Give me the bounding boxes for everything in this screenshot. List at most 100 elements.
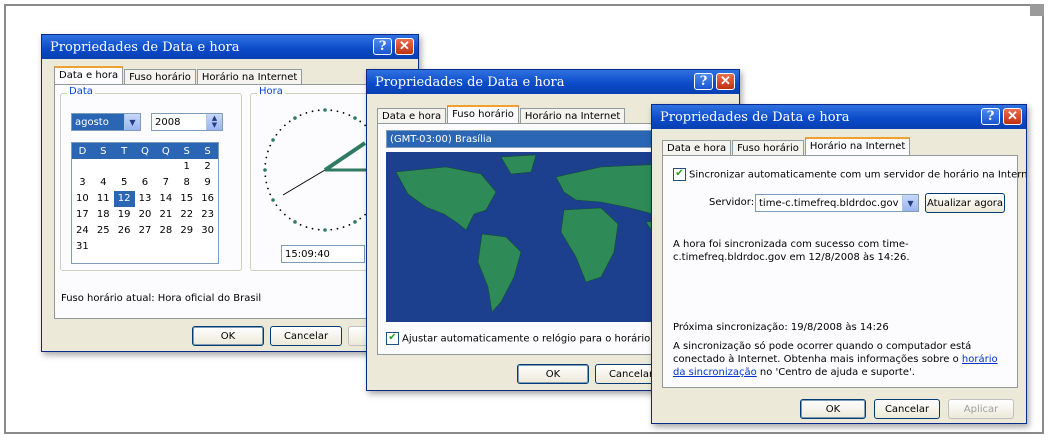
calendar-day[interactable]: 25 <box>93 223 114 239</box>
calendar-day[interactable]: 31 <box>72 239 93 255</box>
next-sync-text: Próxima sincronização: 19/8/2008 às 14:2… <box>673 322 889 333</box>
sync-checkbox-line[interactable]: ✔ Sincronizar automaticamente com um serv… <box>673 168 1026 181</box>
calendar-day[interactable]: 10 <box>72 191 93 207</box>
clock-tick <box>267 150 269 153</box>
calendar-weekday: Q <box>141 145 149 157</box>
year-value: 2008 <box>155 116 181 128</box>
clock-tick <box>275 133 278 136</box>
current-timezone-value: Hora oficial do Brasil <box>157 293 262 304</box>
chevron-down-icon[interactable]: ▼ <box>902 195 918 211</box>
calendar-empty-cell <box>114 159 135 175</box>
chevron-down-icon[interactable]: ▼ <box>124 114 140 130</box>
calendar-day[interactable]: 8 <box>176 175 197 191</box>
clock-tick <box>288 217 291 220</box>
tab-date-time[interactable]: Data e hora <box>377 108 447 124</box>
close-icon[interactable]: ✕ <box>395 38 414 55</box>
close-icon[interactable]: ✕ <box>1003 108 1022 125</box>
calendar-empty-cell <box>155 159 176 175</box>
calendar-day[interactable]: 14 <box>155 191 176 207</box>
window-titlebar[interactable]: Propriedades de Data e hora ? ✕ <box>367 70 739 94</box>
update-now-button[interactable]: Atualizar agora <box>925 193 1005 213</box>
calendar-day[interactable]: 15 <box>176 191 197 207</box>
clock-tick <box>271 138 275 142</box>
calendar-day[interactable]: 12 <box>113 191 135 207</box>
clock-tick <box>336 110 339 113</box>
datetime-window-date: Propriedades de Data e hora ? ✕ Data e h… <box>41 34 419 352</box>
clock-tick <box>265 181 268 184</box>
calendar-day[interactable]: 2 <box>197 159 218 175</box>
ok-button[interactable]: OK <box>800 399 866 419</box>
clock-tick <box>264 162 267 165</box>
calendar-day[interactable]: 7 <box>155 175 176 191</box>
spin-arrows-icon[interactable]: ▲ ▼ <box>206 114 222 130</box>
cancel-button[interactable]: Cancelar <box>874 399 940 419</box>
help-icon[interactable]: ? <box>981 108 1000 125</box>
ok-button[interactable]: OK <box>517 364 589 384</box>
calendar-day[interactable]: 27 <box>135 223 156 239</box>
calendar-day[interactable]: 29 <box>176 223 197 239</box>
tab-date-time[interactable]: Data e hora <box>54 66 124 85</box>
landmass-south-america <box>477 233 522 313</box>
landmass-north-america <box>395 166 497 231</box>
calendar-day[interactable]: 6 <box>135 175 156 191</box>
calendar-day[interactable]: 18 <box>93 207 114 223</box>
clock-second-hand <box>282 169 326 196</box>
tab-date-time[interactable]: Data e hora <box>662 140 732 156</box>
calendar-day[interactable]: 19 <box>114 207 135 223</box>
help-icon[interactable]: ? <box>373 38 392 55</box>
month-select[interactable]: agosto ▼ <box>71 113 141 131</box>
clock-tick <box>265 156 268 159</box>
window-titlebar[interactable]: Propriedades de Data e hora ? ✕ <box>652 105 1026 129</box>
clock-tick <box>267 187 269 190</box>
calendar-day[interactable]: 13 <box>135 191 156 207</box>
year-spinner[interactable]: 2008 ▲ ▼ <box>151 113 223 131</box>
calendar-day[interactable]: 23 <box>197 207 218 223</box>
window-title: Propriedades de Data e hora <box>660 109 850 125</box>
calendar-day[interactable]: 1 <box>176 159 197 175</box>
calendar-weekday: S <box>183 145 190 157</box>
calendar-day[interactable]: 20 <box>135 207 156 223</box>
tab-timezone[interactable]: Fuso horário <box>732 140 804 156</box>
time-input[interactable]: 15:09:40 <box>281 245 365 263</box>
server-select[interactable]: time-c.timefreq.bldrdoc.gov ▼ <box>755 194 919 212</box>
tab-internet-time[interactable]: Horário na Internet <box>519 108 626 124</box>
tab-timezone[interactable]: Fuso horário <box>124 69 196 85</box>
calendar-day[interactable]: 5 <box>114 175 135 191</box>
clock-tick <box>299 114 302 117</box>
calendar-day[interactable]: 26 <box>114 223 135 239</box>
help-icon[interactable]: ? <box>694 73 713 90</box>
clock-tick <box>293 116 297 120</box>
clock-tick <box>330 109 333 112</box>
calendar-day[interactable]: 9 <box>197 175 218 191</box>
calendar-day[interactable]: 11 <box>93 191 114 207</box>
calendar-day[interactable]: 30 <box>197 223 218 239</box>
apply-button[interactable]: Aplicar <box>948 399 1014 419</box>
window-titlebar[interactable]: Propriedades de Data e hora ? ✕ <box>42 35 418 59</box>
cancel-button[interactable]: Cancelar <box>270 326 342 346</box>
calendar-day[interactable]: 3 <box>72 175 93 191</box>
checkbox-checked-icon[interactable]: ✔ <box>673 168 686 181</box>
clock-tick <box>330 228 333 231</box>
tab-internet-time[interactable]: Horário na Internet <box>196 69 303 85</box>
clock-hour-hand <box>323 141 367 172</box>
calendar-day[interactable]: 24 <box>72 223 93 239</box>
calendar-day[interactable]: 21 <box>155 207 176 223</box>
current-timezone-line: Fuso horário atual: Hora oficial do Bras… <box>61 293 261 304</box>
checkbox-checked-icon[interactable]: ✔ <box>386 332 399 345</box>
tab-timezone[interactable]: Fuso horário <box>447 105 519 124</box>
sync-info-suffix: no 'Centro de ajuda e suporte'. <box>756 367 915 378</box>
sync-status-text: A hora foi sincronizada com sucesso com … <box>673 239 910 263</box>
calendar-day[interactable]: 17 <box>72 207 93 223</box>
ok-button[interactable]: OK <box>192 326 264 346</box>
calendar-empty-cell <box>135 159 156 175</box>
clock-tick <box>305 112 308 114</box>
calendar-day[interactable]: 22 <box>176 207 197 223</box>
clock-tick <box>317 228 320 231</box>
close-icon[interactable]: ✕ <box>716 73 735 90</box>
tab-internet-time[interactable]: Horário na Internet <box>804 137 911 156</box>
calendar-day[interactable]: 4 <box>93 175 114 191</box>
landmass-africa <box>560 207 619 283</box>
calendar-weekday: T <box>121 145 128 157</box>
calendar-day[interactable]: 16 <box>197 191 218 207</box>
calendar-day[interactable]: 28 <box>155 223 176 239</box>
